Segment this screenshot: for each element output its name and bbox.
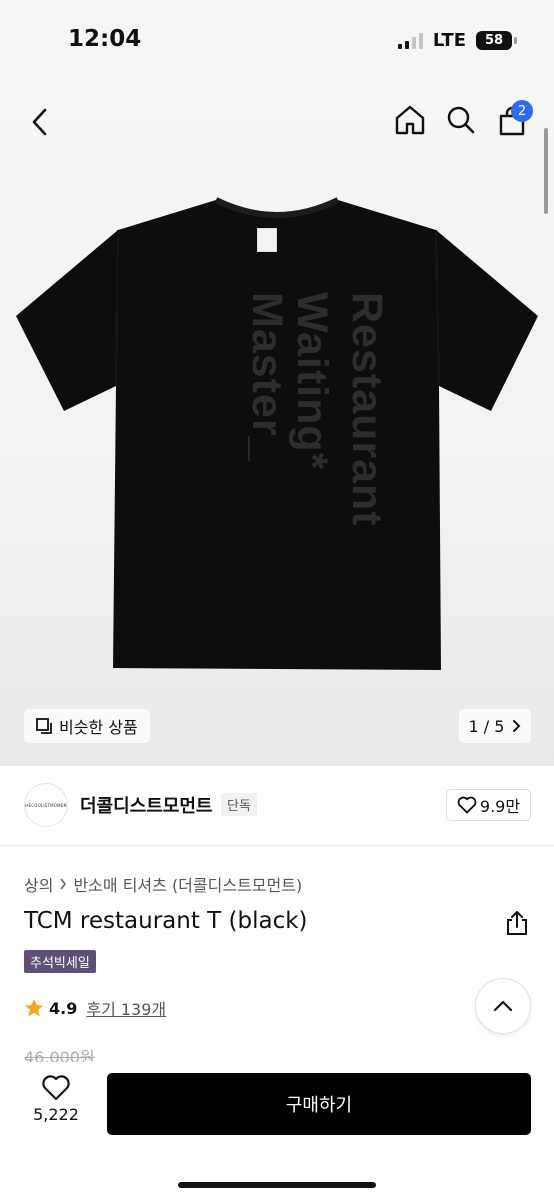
signal-icon bbox=[397, 32, 423, 49]
similar-products-label: 비슷한 상품 bbox=[59, 718, 138, 737]
network-label: LTE bbox=[432, 30, 466, 51]
product-page: 12:04 LTE 58 2 Restaurant Waiting* Maste… bbox=[0, 0, 554, 1200]
battery-icon: 58 bbox=[476, 31, 517, 50]
print-line-3: Master_ bbox=[243, 292, 291, 462]
brand-like-count: 9.9만 bbox=[479, 797, 521, 816]
search-icon bbox=[447, 106, 475, 134]
buy-button[interactable]: 구매하기 bbox=[107, 1073, 531, 1135]
search-button[interactable] bbox=[441, 100, 481, 140]
similar-products-button[interactable]: 비슷한 상품 bbox=[24, 709, 150, 743]
heart-icon bbox=[457, 796, 477, 814]
bottom-action-bar: 5,222 구매하기 bbox=[0, 1062, 554, 1200]
wishlist-button[interactable]: 5,222 bbox=[20, 1074, 92, 1138]
review-count-link[interactable]: 후기 139개 bbox=[86, 996, 166, 1020]
product-title: TCM restaurant T (black) bbox=[24, 908, 308, 934]
home-icon bbox=[395, 105, 425, 135]
chevron-right-icon bbox=[513, 720, 521, 732]
brand-logo[interactable]: THECOOLISTMOMENT bbox=[24, 783, 68, 827]
chevron-left-icon bbox=[32, 108, 47, 136]
back-button[interactable] bbox=[20, 102, 60, 142]
image-page-counter[interactable]: 1 / 5 bbox=[459, 709, 531, 743]
status-indicators: LTE 58 bbox=[397, 30, 517, 51]
page-counter-label: 1 / 5 bbox=[468, 716, 505, 736]
breadcrumb: 상의 반소매 티셔츠 (더콜디스트모먼트) bbox=[24, 872, 302, 896]
share-button[interactable] bbox=[503, 909, 531, 937]
breadcrumb-subcategory[interactable]: 반소매 티셔츠 (더콜디스트모먼트) bbox=[73, 872, 302, 896]
brand-name[interactable]: 더콜디스트모먼트 bbox=[80, 792, 212, 818]
breadcrumb-category[interactable]: 상의 bbox=[24, 872, 53, 896]
product-image-area[interactable]: 2 Restaurant Waiting* Master_ 비슷한 상품 1 /… bbox=[0, 80, 554, 766]
cart-count-badge: 2 bbox=[511, 100, 533, 122]
neck-label bbox=[257, 228, 277, 252]
share-icon bbox=[507, 911, 527, 935]
heart-icon bbox=[42, 1075, 70, 1101]
brand-like-button[interactable]: 9.9만 bbox=[446, 789, 531, 821]
cart-button[interactable]: 2 bbox=[491, 100, 533, 142]
exclusive-badge: 단독 bbox=[221, 793, 257, 816]
chevron-up-icon bbox=[493, 1000, 513, 1012]
scroll-top-button[interactable] bbox=[475, 978, 531, 1034]
chevron-right-icon bbox=[60, 878, 67, 890]
print-line-2: Waiting* bbox=[288, 292, 336, 471]
status-time: 12:04 bbox=[68, 26, 142, 52]
wishlist-count: 5,222 bbox=[33, 1105, 79, 1124]
home-button[interactable] bbox=[390, 100, 430, 140]
sale-badge: 추석빅세일 bbox=[24, 950, 96, 973]
star-icon bbox=[25, 999, 43, 1017]
rating-value: 4.9 bbox=[49, 998, 78, 1018]
status-bar: 12:04 LTE 58 bbox=[0, 0, 554, 80]
copy-icon bbox=[36, 717, 52, 734]
brand-row[interactable]: THECOOLISTMOMENT 더콜디스트모먼트 단독 9.9만 bbox=[0, 766, 554, 846]
home-indicator bbox=[178, 1182, 376, 1188]
print-line-1: Restaurant bbox=[343, 292, 391, 527]
scroll-indicator bbox=[544, 128, 548, 214]
rating-row[interactable]: 4.9 후기 139개 bbox=[24, 996, 166, 1020]
